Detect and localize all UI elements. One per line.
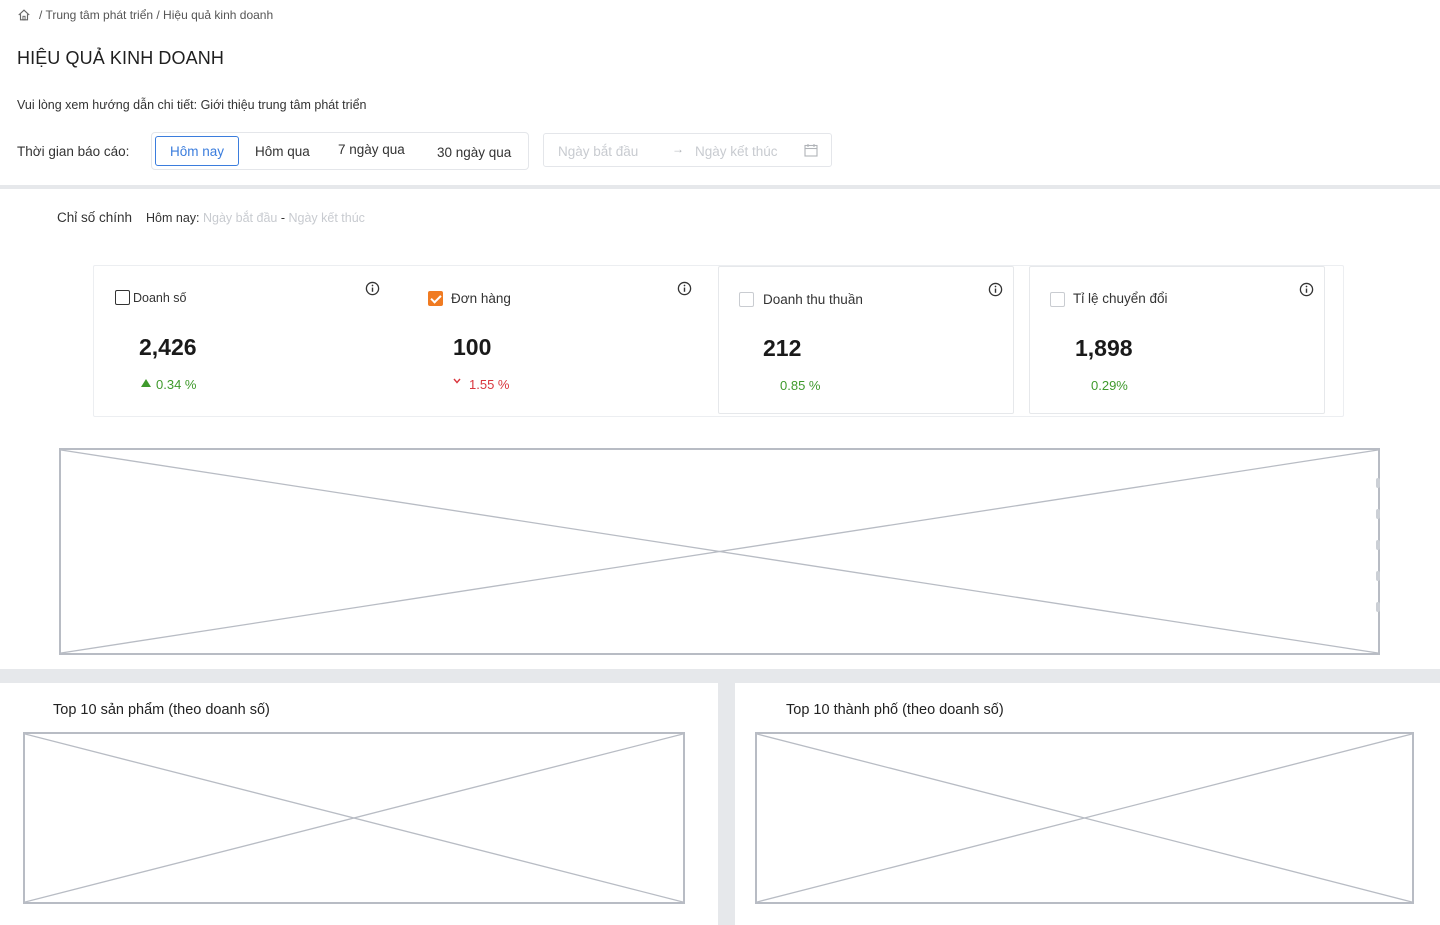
placeholder-cross: [757, 734, 1412, 902]
period-yesterday-button[interactable]: Hôm qua: [255, 144, 310, 159]
placeholder-cross: [25, 734, 683, 902]
revenue-label: Doanh số: [133, 291, 187, 305]
end-date-input[interactable]: Ngày kết thúc: [695, 144, 778, 159]
main-chart-placeholder: [59, 448, 1380, 655]
chevron-down-icon: [453, 378, 461, 384]
info-icon[interactable]: [1299, 282, 1314, 297]
period-selector: Hôm nay Hôm qua 7 ngày qua 30 ngày qua: [151, 132, 529, 170]
arrow-right-icon: →: [672, 142, 684, 156]
top-cities-title: Top 10 thành phố (theo doanh số): [786, 702, 1004, 718]
revenue-checkbox[interactable]: [115, 290, 130, 305]
metrics-date-separator: -: [280, 211, 285, 225]
metric-card-net-revenue[interactable]: Doanh thu thuần 212 0.85 %: [718, 266, 1014, 414]
metric-card-orders[interactable]: Đơn hàng 100 1.55 %: [406, 266, 718, 414]
guide-text[interactable]: Vui lòng xem hướng dẫn chi tiết: Giới th…: [17, 98, 366, 112]
info-icon[interactable]: [677, 281, 692, 296]
period-today-button[interactable]: Hôm nay: [155, 136, 239, 166]
orders-label: Đơn hàng: [451, 291, 511, 306]
orders-change: 1.55 %: [469, 377, 510, 392]
breadcrumb: / Trung tâm phát triển / Hiệu quả kinh d…: [17, 8, 273, 22]
start-date-input[interactable]: Ngày bắt đầu: [558, 144, 638, 159]
net-revenue-value: 212: [763, 335, 802, 361]
revenue-value: 2,426: [139, 334, 197, 360]
metrics-period-label: Hôm nay:: [146, 211, 200, 225]
conversion-checkbox[interactable]: [1050, 292, 1065, 307]
orders-value: 100: [453, 334, 492, 360]
orders-checkbox[interactable]: [428, 291, 443, 306]
info-icon[interactable]: [988, 282, 1003, 297]
date-range-picker[interactable]: Ngày bắt đầu → Ngày kết thúc: [543, 133, 832, 167]
period-7days-button[interactable]: 7 ngày qua: [338, 142, 405, 157]
net-revenue-change: 0.85 %: [780, 378, 821, 393]
net-revenue-checkbox[interactable]: [739, 292, 754, 307]
revenue-change: 0.34 %: [156, 377, 197, 392]
arrow-up-icon: [141, 379, 151, 387]
top-cities-placeholder: [755, 732, 1414, 904]
metrics-start-date: Ngày bắt đầu: [202, 211, 278, 225]
period-30days-button[interactable]: 30 ngày qua: [437, 145, 511, 160]
home-icon[interactable]: [17, 8, 31, 22]
calendar-icon[interactable]: [804, 143, 818, 157]
section-divider: [0, 185, 1440, 189]
placeholder-cross: [61, 450, 1378, 653]
info-icon[interactable]: [365, 281, 380, 296]
conversion-label: Tỉ lệ chuyển đổi: [1073, 291, 1168, 306]
column-divider: [718, 683, 735, 925]
chart-scroll-indicator: [1376, 478, 1382, 618]
metrics-title: Chỉ số chính: [57, 210, 133, 225]
metric-card-conversion[interactable]: Tỉ lệ chuyển đổi 1,898 0.29%: [1029, 266, 1325, 414]
breadcrumb-path[interactable]: / Trung tâm phát triển / Hiệu quả kinh d…: [39, 8, 273, 22]
page-title: HIỆU QUẢ KINH DOANH: [17, 48, 224, 68]
metrics-end-date: Ngày kết thúc: [288, 211, 365, 225]
metrics-panel: Doanh số 2,426 0.34 % Đơn hàng 100 1.55 …: [93, 265, 1344, 417]
conversion-change: 0.29%: [1091, 378, 1128, 393]
conversion-value: 1,898: [1075, 335, 1133, 361]
top-products-title: Top 10 sản phẩm (theo doanh số): [53, 702, 270, 718]
net-revenue-label: Doanh thu thuần: [763, 292, 863, 307]
metric-card-revenue[interactable]: Doanh số 2,426 0.34 %: [94, 266, 406, 414]
top-products-placeholder: [23, 732, 685, 904]
section-divider: [0, 669, 1440, 683]
report-time-label: Thời gian báo cáo:: [17, 144, 130, 159]
metrics-period: Hôm nay: Ngày bắt đầu - Ngày kết thúc: [146, 211, 365, 225]
